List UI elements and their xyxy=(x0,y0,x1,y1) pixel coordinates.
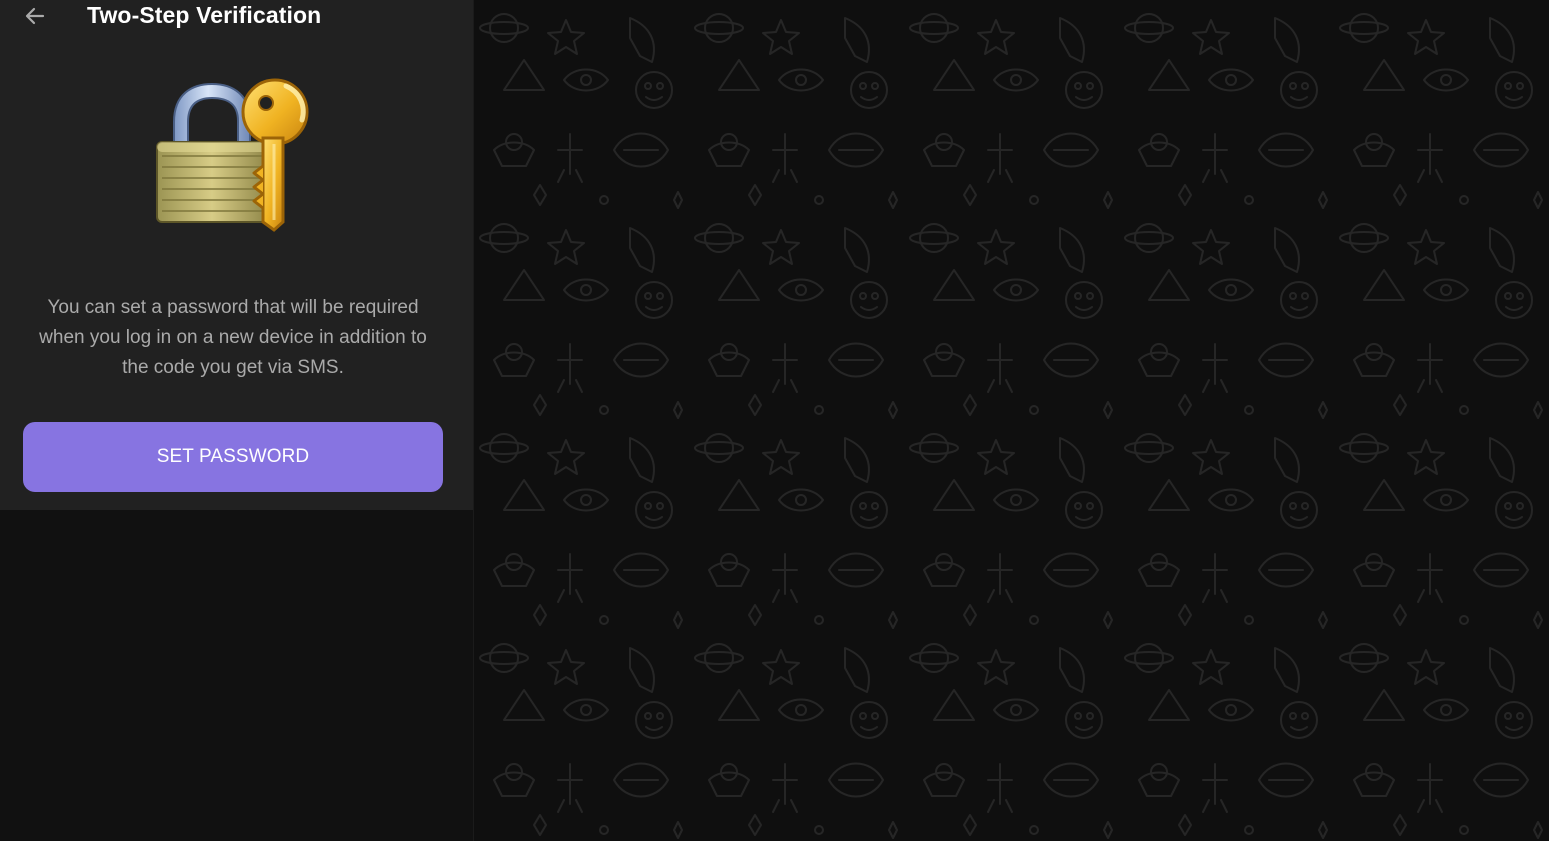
app-window: Two-Step Verification You can set a pass… xyxy=(0,0,1549,841)
set-password-button[interactable]: SET PASSWORD xyxy=(23,422,443,492)
back-button[interactable] xyxy=(18,0,52,32)
chat-background xyxy=(474,0,1549,841)
page-title: Two-Step Verification xyxy=(87,2,322,28)
lock-and-key-icon xyxy=(150,74,320,234)
panel-header: Two-Step Verification xyxy=(0,0,473,32)
arrow-left-icon xyxy=(25,7,45,25)
two-step-verification-panel: Two-Step Verification You can set a pass… xyxy=(0,0,473,510)
left-column: Two-Step Verification You can set a pass… xyxy=(0,0,474,841)
doodle-pattern xyxy=(474,0,1549,841)
description-text: You can set a password that will be requ… xyxy=(39,297,427,378)
